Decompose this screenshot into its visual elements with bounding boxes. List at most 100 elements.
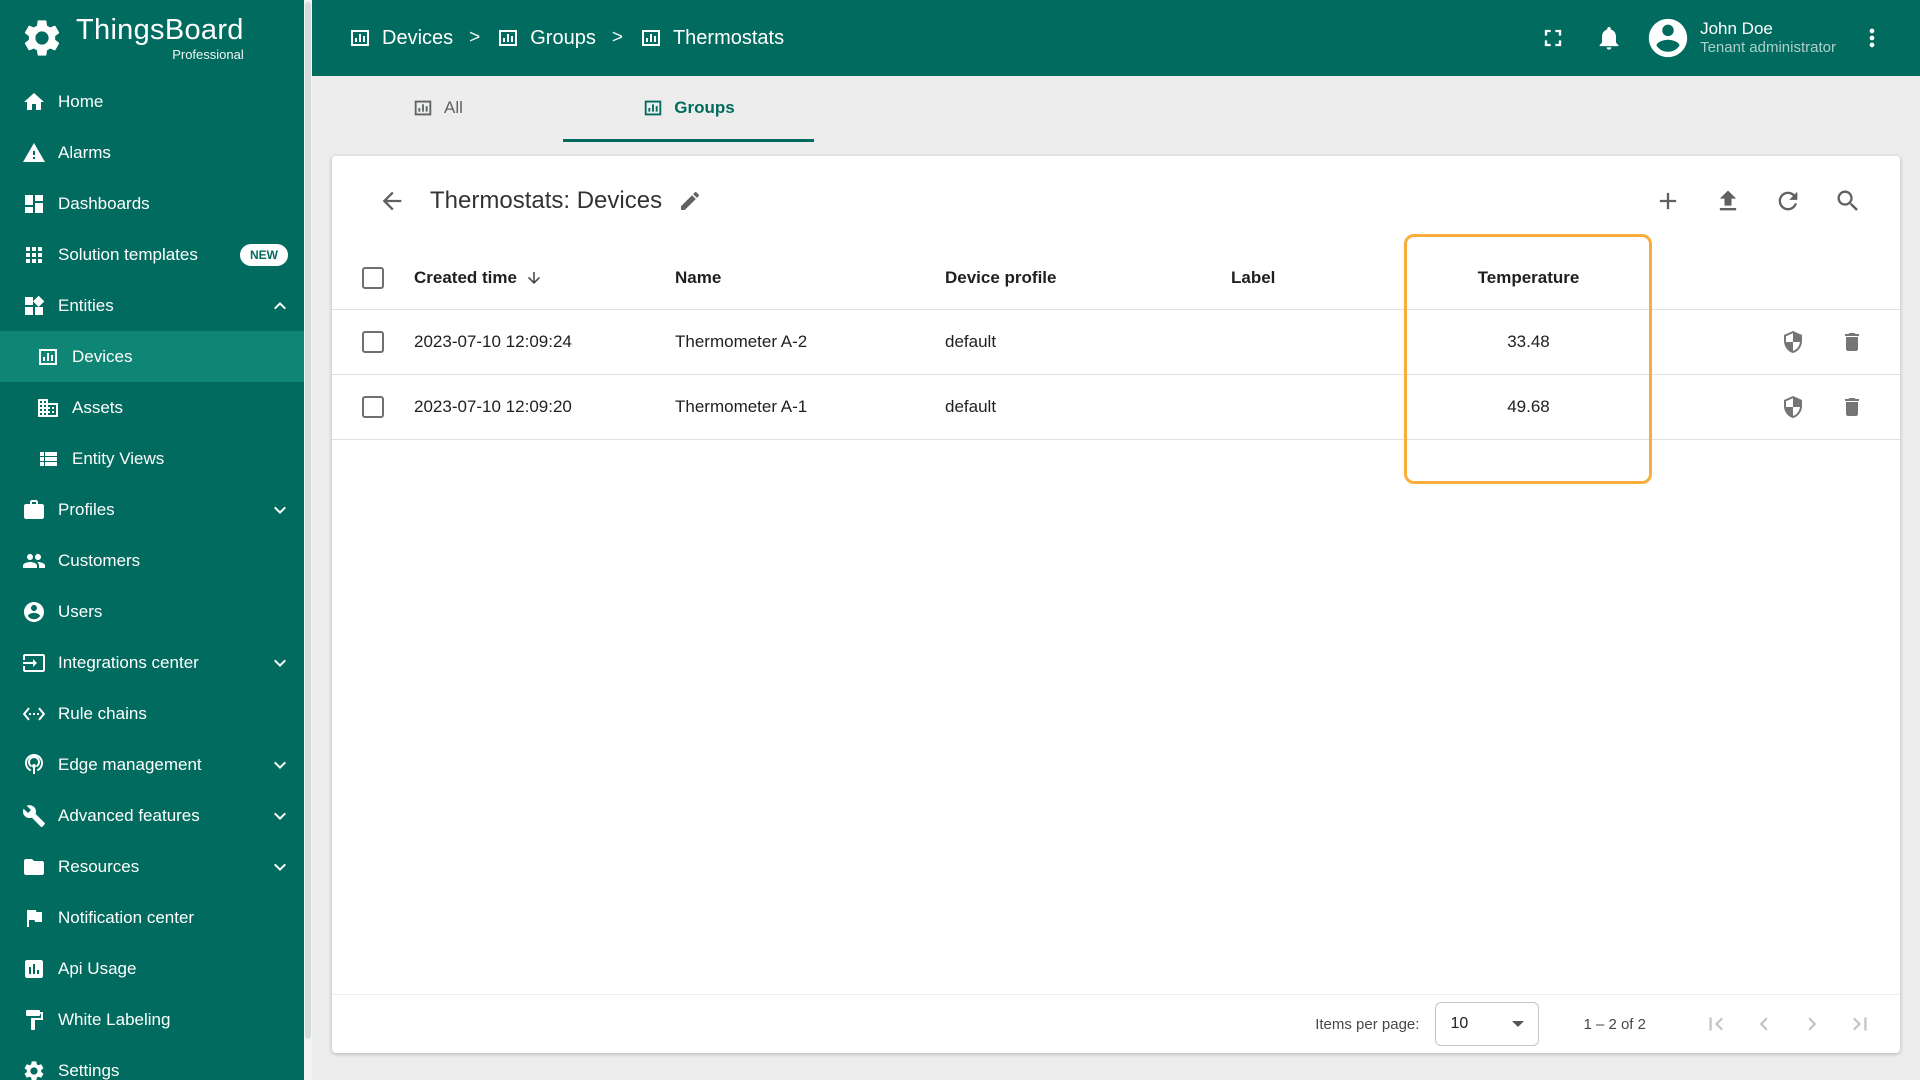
sidebar-item-settings[interactable]: Settings: [0, 1045, 304, 1080]
select-all-checkbox[interactable]: [362, 266, 384, 289]
back-button[interactable]: [368, 177, 416, 225]
column-header-device-profile[interactable]: Device profile: [945, 268, 1231, 288]
refresh-icon: [1774, 187, 1802, 215]
sidebar-item-label: Alarms: [58, 142, 111, 162]
sidebar-item-assets[interactable]: Assets: [0, 382, 304, 433]
chevron-left-icon: [1751, 1011, 1777, 1037]
shield-icon: [1781, 395, 1805, 419]
sidebar-item-resources[interactable]: Resources: [0, 841, 304, 892]
scrollbar-thumb[interactable]: [305, 2, 311, 1039]
chevron-down-icon: [268, 651, 292, 675]
column-header-name[interactable]: Name: [675, 268, 945, 288]
cell-device-profile: default: [945, 332, 997, 351]
table-row[interactable]: 2023-07-10 12:09:20 Thermometer A-1 defa…: [332, 375, 1900, 440]
sidebar-item-white-labeling[interactable]: White Labeling: [0, 994, 304, 1045]
column-label: Label: [1231, 267, 1276, 287]
manage-credentials-button[interactable]: [1773, 322, 1813, 362]
tab-groups[interactable]: Groups: [563, 76, 814, 142]
sidebar-item-label: Users: [58, 601, 103, 621]
column-header-label[interactable]: Label: [1231, 268, 1406, 288]
add-device-button[interactable]: [1644, 177, 1692, 225]
notifications-button[interactable]: [1585, 14, 1633, 62]
customers-icon: [22, 549, 46, 573]
previous-page-button[interactable]: [1740, 1000, 1788, 1048]
sidebar-item-label: Settings: [58, 1060, 120, 1080]
delete-button[interactable]: [1832, 387, 1872, 427]
sidebar-item-rule-chains[interactable]: Rule chains: [0, 688, 304, 739]
user-info: John Doe Tenant administrator: [1700, 18, 1836, 58]
sidebar-item-edge-management[interactable]: Edge management: [0, 739, 304, 790]
home-icon: [22, 90, 46, 114]
chevron-down-icon: [268, 855, 292, 879]
sidebar-item-notification-center[interactable]: Notification center: [0, 892, 304, 943]
sidebar-item-api-usage[interactable]: Api Usage: [0, 943, 304, 994]
column-label: Name: [675, 267, 722, 287]
breadcrumb-thermostats: Thermostats: [639, 26, 784, 50]
devices-icon: [412, 97, 434, 119]
sidebar-item-alarms[interactable]: Alarms: [0, 127, 304, 178]
sort-descending-icon: [525, 269, 543, 287]
sidebar-item-entity-views[interactable]: Entity Views: [0, 433, 304, 484]
row-actions: [1651, 387, 1900, 427]
brand-name: ThingsBoard: [76, 13, 244, 46]
app-root: ThingsBoard Professional Home Alarms Das…: [0, 0, 1920, 1080]
sidebar-item-label: Home: [58, 91, 104, 111]
edge-management-icon: [22, 753, 46, 777]
next-page-button[interactable]: [1788, 1000, 1836, 1048]
manage-credentials-button[interactable]: [1773, 387, 1813, 427]
sidebar: ThingsBoard Professional Home Alarms Das…: [0, 0, 312, 1080]
column-header-temperature[interactable]: Temperature: [1406, 268, 1651, 288]
edit-title-button[interactable]: [666, 177, 714, 225]
row-checkbox[interactable]: [362, 396, 384, 418]
sidebar-nav: Home Alarms Dashboards Solution template…: [0, 76, 304, 1080]
last-page-button[interactable]: [1836, 1000, 1884, 1048]
column-header-created-time[interactable]: Created time: [414, 268, 675, 288]
assets-icon: [36, 396, 60, 420]
sidebar-item-home[interactable]: Home: [0, 76, 304, 127]
apps-icon: [22, 243, 46, 267]
table-row[interactable]: 2023-07-10 12:09:24 Thermometer A-2 defa…: [332, 310, 1900, 375]
integrations-icon: [22, 651, 46, 675]
fullscreen-button[interactable]: [1529, 14, 1577, 62]
more-menu-button[interactable]: [1848, 14, 1896, 62]
topbar: Devices > Groups > Thermostats John Doe …: [312, 0, 1920, 76]
sidebar-item-devices[interactable]: Devices: [0, 331, 304, 382]
sidebar-item-users[interactable]: Users: [0, 586, 304, 637]
sidebar-item-profiles[interactable]: Profiles: [0, 484, 304, 535]
thingsboard-logo-icon: [20, 16, 64, 60]
first-page-icon: [1703, 1011, 1729, 1037]
sidebar-item-customers[interactable]: Customers: [0, 535, 304, 586]
sidebar-item-entities[interactable]: Entities: [0, 280, 304, 331]
header-checkbox-cell: [332, 266, 414, 289]
breadcrumb-groups[interactable]: Groups: [496, 26, 596, 50]
row-checkbox-cell: [332, 331, 414, 353]
first-page-button[interactable]: [1692, 1000, 1740, 1048]
sidebar-item-label: White Labeling: [58, 1009, 171, 1029]
main-area: Devices > Groups > Thermostats John Doe …: [312, 0, 1920, 1080]
refresh-button[interactable]: [1764, 177, 1812, 225]
sidebar-item-integrations-center[interactable]: Integrations center: [0, 637, 304, 688]
search-button[interactable]: [1824, 177, 1872, 225]
sidebar-item-dashboards[interactable]: Dashboards: [0, 178, 304, 229]
bell-icon: [1595, 24, 1623, 52]
breadcrumb-devices[interactable]: Devices: [348, 26, 453, 50]
delete-button[interactable]: [1832, 322, 1872, 362]
user-role: Tenant administrator: [1700, 39, 1836, 57]
row-actions: [1651, 322, 1900, 362]
brand-logo[interactable]: ThingsBoard Professional: [0, 0, 304, 76]
import-button[interactable]: [1704, 177, 1752, 225]
sidebar-item-advanced-features[interactable]: Advanced features: [0, 790, 304, 841]
sidebar-item-solution-templates[interactable]: Solution templates NEW: [0, 229, 304, 280]
sidebar-scrollbar[interactable]: [304, 0, 312, 1080]
last-page-icon: [1847, 1011, 1873, 1037]
row-checkbox[interactable]: [362, 331, 384, 353]
tab-all[interactable]: All: [312, 76, 563, 142]
cell-temperature: 49.68: [1507, 397, 1550, 416]
user-menu[interactable]: John Doe Tenant administrator: [1641, 15, 1840, 61]
devices-icon: [36, 345, 60, 369]
warning-icon: [22, 141, 46, 165]
page-size-select[interactable]: 10: [1435, 1002, 1540, 1046]
brand-text: ThingsBoard Professional: [76, 13, 244, 61]
row-checkbox-cell: [332, 396, 414, 418]
page-size-value: 10: [1450, 1015, 1469, 1032]
